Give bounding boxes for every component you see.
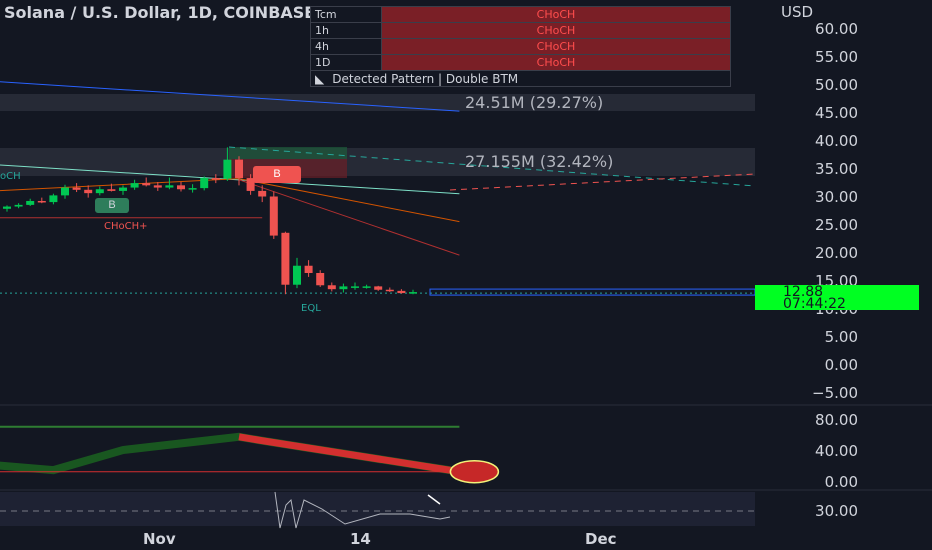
mtf-row: 4h CHoCH [310, 38, 731, 55]
candle-body [316, 272, 325, 286]
price-tick: 25.00 [815, 216, 858, 234]
candle-body [72, 187, 81, 190]
price-tick: 50.00 [815, 76, 858, 94]
candle-body [26, 200, 35, 205]
mtf-status: CHoCH [381, 22, 731, 39]
candle-body [119, 187, 127, 191]
osc-tick: 30.00 [815, 502, 858, 520]
bottom-pane-bg [0, 492, 755, 526]
mtf-status: CHoCH [381, 54, 731, 71]
bullish-zone [229, 147, 347, 159]
candle-body [269, 196, 278, 236]
osc-tick: 40.00 [815, 442, 858, 460]
candle-body [374, 286, 383, 290]
mtf-footer: ◣ Detected Pattern | Double BTM [310, 70, 731, 87]
candle-body [235, 159, 243, 179]
candle-body [142, 183, 151, 186]
pattern-label: Detected Pattern | Double BTM [332, 71, 519, 86]
chart-title: Solana / U.S. Dollar, 1D, COINBASE [4, 3, 316, 22]
osc-tick: 0.00 [824, 473, 858, 491]
mtf-status: CHoCH [381, 38, 731, 55]
oscillator-highlight [449, 459, 500, 484]
candle-body [61, 187, 69, 196]
mtf-footer-row: ◣ Detected Pattern | Double BTM [310, 70, 731, 87]
price-tick: 60.00 [815, 20, 858, 38]
time-tick: 14 [350, 530, 371, 548]
choch-plus-label: CHoCH+ [104, 221, 148, 232]
price-tick: 0.00 [824, 356, 858, 374]
candle-body [107, 189, 116, 191]
candle-body [200, 178, 209, 189]
price-tick: 40.00 [815, 132, 858, 150]
mtf-timeframe: 4h [310, 38, 382, 55]
candle-body [153, 185, 162, 188]
mtf-timeframe: 1h [310, 22, 382, 39]
mtf-row: 1h CHoCH [310, 22, 731, 39]
price-tick: −5.00 [812, 384, 858, 402]
projection-line [449, 173, 756, 191]
price-tick: 35.00 [815, 160, 858, 178]
volume-label-upper: 24.51M (29.27%) [465, 93, 604, 112]
price-tick: 5.00 [824, 328, 858, 346]
price-tick: 45.00 [815, 104, 858, 122]
moving-average-line [0, 178, 460, 223]
mtf-timeframe: Tcm [310, 6, 382, 23]
candle-body [385, 289, 394, 292]
currency-label: USD [781, 3, 814, 21]
candle-body [223, 159, 232, 179]
candle-body [37, 200, 46, 203]
price-tick: 55.00 [815, 48, 858, 66]
last-price-band [429, 288, 756, 296]
price-tick: 30.00 [815, 188, 858, 206]
candle-body [3, 206, 11, 209]
mtf-timeframe: 1D [310, 54, 382, 71]
osc-tick: 80.00 [815, 411, 858, 429]
candle-body [49, 195, 58, 203]
candle-body [409, 292, 417, 294]
candle-body [14, 204, 23, 207]
oscillator-fill [0, 432, 461, 476]
candle-body [339, 286, 348, 290]
oscillator-signal [238, 433, 460, 476]
candle-body [362, 286, 371, 288]
mtf-table: Tcm CHoCH 1h CHoCH 4h CHoCH 1D CHoCH ◣ Detect… [310, 6, 731, 87]
candle-body [351, 286, 359, 288]
time-tick: Dec [585, 530, 617, 548]
volume-label-lower: 27.155M (32.42%) [465, 152, 614, 171]
buy-marker: B [95, 198, 129, 213]
candle-body [95, 189, 104, 194]
candle-body [327, 285, 336, 290]
candle-body [177, 185, 185, 190]
candle-body [84, 189, 93, 194]
pattern-icon: ◣ [315, 71, 325, 86]
candle-body [258, 190, 267, 197]
candle-body [293, 265, 301, 285]
mtf-row: Tcm CHoCH [310, 6, 731, 23]
mtf-row: 1D CHoCH [310, 54, 731, 71]
eql-label: EQL [301, 303, 321, 314]
choch-left-label: oCH [0, 171, 21, 182]
candle-body [130, 183, 139, 188]
candle-body [211, 178, 220, 180]
bar-countdown: 07:44:22 [783, 296, 846, 312]
candle-body [397, 290, 406, 294]
last-price-label: 12.88 07:44:22 [755, 285, 919, 312]
candle-body [281, 232, 290, 285]
break-marker: B [253, 166, 301, 183]
candle-body [188, 188, 197, 190]
time-tick: Nov [143, 530, 176, 548]
price-tick: 20.00 [815, 244, 858, 262]
volume-profile-bar [0, 94, 755, 111]
candle-body [304, 265, 313, 273]
candle-body [165, 185, 174, 188]
mtf-status: CHoCH [381, 6, 731, 23]
